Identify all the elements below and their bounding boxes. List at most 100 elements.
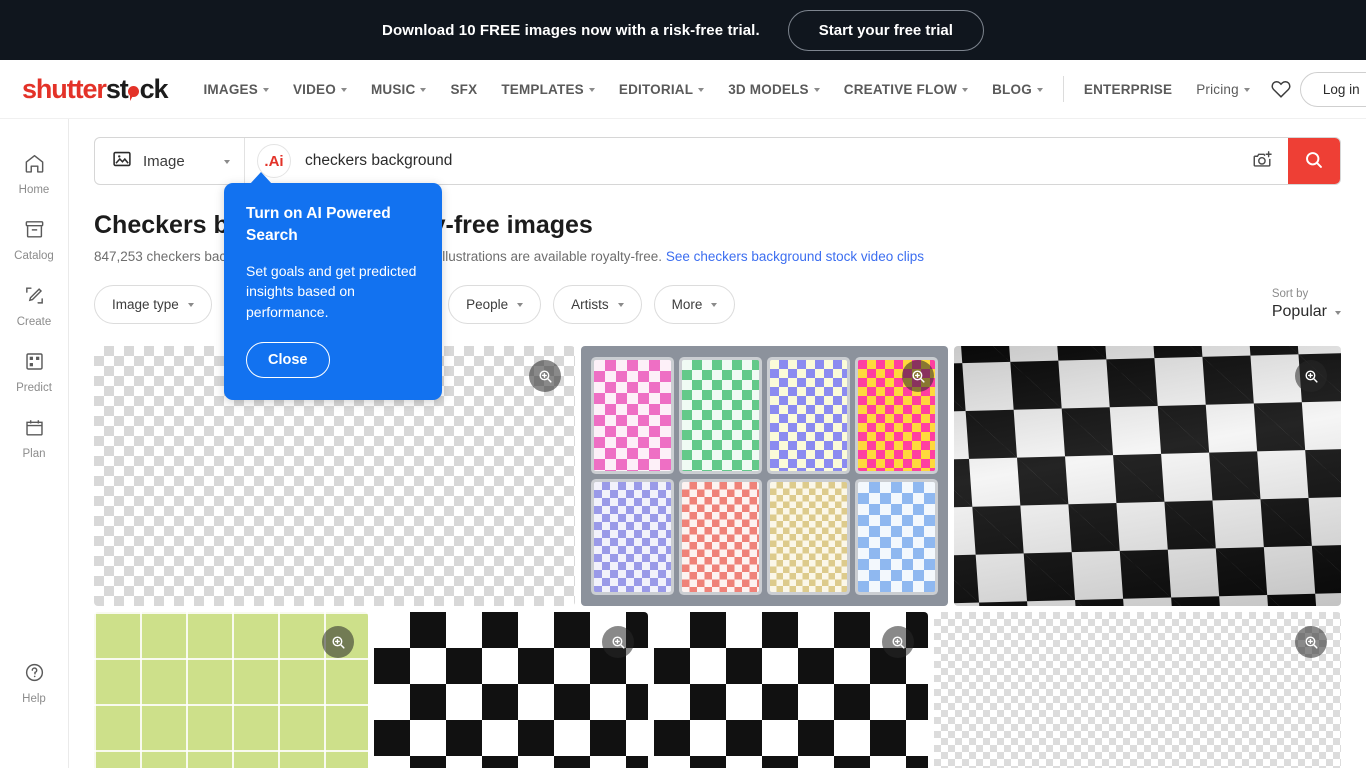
- log-in-button[interactable]: Log in: [1299, 71, 1366, 107]
- sidebar-item-help[interactable]: Help: [0, 650, 68, 716]
- zoom-preview-button[interactable]: [882, 626, 914, 658]
- image-type-icon: [111, 148, 133, 175]
- filter-label: Image type: [112, 297, 179, 312]
- nav-label: SFX: [450, 81, 478, 97]
- result-bw-checkerboard-2[interactable]: [654, 612, 928, 768]
- poster-tile: [770, 481, 847, 592]
- page-body: Home Catalog Create Predict Plan Help Im…: [0, 119, 1366, 768]
- search-bar: Image .Ai: [94, 137, 1341, 185]
- logo-part-1: shutter: [22, 73, 107, 104]
- sidebar-item-label: Catalog: [14, 250, 54, 262]
- chevron-down-icon: [262, 87, 269, 92]
- nav-item-creative-flow[interactable]: CREATIVE FLOW: [832, 74, 980, 105]
- sidebar-item-predict[interactable]: Predict: [0, 339, 68, 405]
- search-submit-button[interactable]: [1288, 138, 1340, 184]
- nav-item-templates[interactable]: TEMPLATES: [489, 74, 607, 105]
- filter-image-type[interactable]: Image type: [94, 285, 212, 324]
- nav-label: 3D MODELS: [728, 81, 809, 97]
- result-checkered-flag[interactable]: [954, 346, 1341, 606]
- video-clips-link[interactable]: See checkers background stock video clip…: [666, 249, 924, 264]
- nav-label: ENTERPRISE: [1083, 81, 1173, 97]
- logo-part-3: ck: [139, 73, 169, 104]
- ai-search-popover: Turn on AI Powered Search Set goals and …: [224, 172, 442, 400]
- nav-label: CREATIVE FLOW: [843, 81, 958, 97]
- sort-by-select[interactable]: Popular: [1272, 303, 1341, 321]
- nav-item-enterprise[interactable]: ENTERPRISE: [1072, 74, 1184, 105]
- nav-label: IMAGES: [203, 81, 258, 97]
- promo-text: Download 10 FREE images now with a risk-…: [382, 21, 760, 39]
- sidebar-item-home[interactable]: Home: [0, 141, 68, 207]
- filter-label: People: [466, 297, 509, 312]
- nav-item-music[interactable]: MUSIC: [359, 74, 439, 105]
- site-header: shutter st ck IMAGES VIDEO MUSIC SFX TEMPL…: [0, 60, 1366, 119]
- filter-more[interactable]: More: [653, 285, 736, 324]
- poster-tile: [770, 360, 847, 471]
- zoom-preview-button[interactable]: [322, 626, 354, 658]
- result-transparent-checker-2[interactable]: [934, 612, 1341, 768]
- favorites-heart-icon[interactable]: [1270, 78, 1292, 100]
- chevron-down-icon: [711, 303, 718, 307]
- sidebar-item-create[interactable]: Create: [0, 273, 68, 339]
- search-icon: [1303, 149, 1325, 174]
- camera-plus-icon: [1251, 148, 1274, 174]
- shutterstock-logo[interactable]: shutter st ck: [22, 73, 169, 105]
- sort-by-label: Sort by: [1271, 288, 1309, 300]
- sort-by: Sort by Popular: [1272, 288, 1341, 321]
- search-input[interactable]: [291, 152, 1237, 170]
- sort-by-value: Popular: [1271, 303, 1327, 320]
- nav-item-pricing[interactable]: Pricing: [1184, 74, 1262, 105]
- filter-people[interactable]: People: [448, 285, 542, 324]
- catalog-icon: [23, 218, 46, 246]
- nav-label: Pricing: [1196, 81, 1239, 97]
- sidebar-item-label: Home: [18, 184, 50, 196]
- nav-item-images[interactable]: IMAGES: [191, 74, 280, 105]
- search-type-label: Image: [143, 152, 185, 170]
- chevron-down-icon: [517, 303, 524, 307]
- nav-divider: [1062, 76, 1064, 102]
- chevron-down-icon: [698, 87, 705, 92]
- zoom-preview-button[interactable]: [602, 626, 634, 658]
- chevron-down-icon: [962, 87, 969, 92]
- nav-item-editorial[interactable]: EDITORIAL: [607, 74, 716, 105]
- popover-body: Set goals and get predicted insights bas…: [246, 262, 417, 320]
- plan-icon: [23, 416, 46, 444]
- nav-item-3d-models[interactable]: 3D MODELS: [716, 74, 832, 105]
- result-bw-checkerboard-1[interactable]: [374, 612, 648, 768]
- nav-item-sfx[interactable]: SFX: [438, 74, 489, 105]
- start-free-trial-button[interactable]: Start your free trial: [787, 9, 984, 51]
- chevron-down-icon: [340, 87, 347, 92]
- result-colorful-checker-posters[interactable]: [581, 346, 948, 606]
- logo-part-2: st: [105, 73, 129, 104]
- nav-label: TEMPLATES: [501, 81, 584, 97]
- sidebar-item-plan[interactable]: Plan: [0, 405, 68, 471]
- chevron-down-icon: [187, 303, 194, 307]
- logo-comma-mark: [128, 85, 140, 101]
- visual-search-button[interactable]: [1237, 138, 1288, 184]
- zoom-preview-button[interactable]: [1295, 626, 1327, 658]
- chevron-down-icon: [1036, 87, 1043, 92]
- flag-shading: [954, 346, 1341, 606]
- filter-label: Artists: [571, 297, 609, 312]
- zoom-preview-button[interactable]: [1295, 360, 1327, 392]
- home-icon: [23, 152, 46, 180]
- nav-item-video[interactable]: VIDEO: [281, 74, 359, 105]
- nav-item-blog[interactable]: BLOG: [980, 74, 1055, 105]
- zoom-preview-button[interactable]: [529, 360, 561, 392]
- sidebar-item-catalog[interactable]: Catalog: [0, 207, 68, 273]
- left-sidebar: Home Catalog Create Predict Plan Help: [0, 119, 69, 768]
- zoom-preview-button[interactable]: [902, 360, 934, 392]
- chevron-down-icon: [813, 87, 820, 92]
- create-icon: [23, 284, 46, 312]
- poster-tile: [594, 360, 671, 471]
- popover-close-button[interactable]: Close: [246, 341, 330, 378]
- nav-label: MUSIC: [370, 81, 416, 97]
- search-type-select[interactable]: Image: [95, 138, 245, 184]
- chevron-down-icon: [617, 303, 624, 307]
- filter-artists[interactable]: Artists: [553, 285, 642, 324]
- chevron-down-icon: [1243, 87, 1250, 92]
- poster-tile: [594, 481, 671, 592]
- promo-banner: Download 10 FREE images now with a risk-…: [0, 0, 1366, 60]
- result-green-grid[interactable]: [94, 612, 368, 768]
- main-nav: IMAGES VIDEO MUSIC SFX TEMPLATES EDITORI…: [191, 71, 1366, 107]
- sidebar-item-label: Predict: [16, 382, 52, 394]
